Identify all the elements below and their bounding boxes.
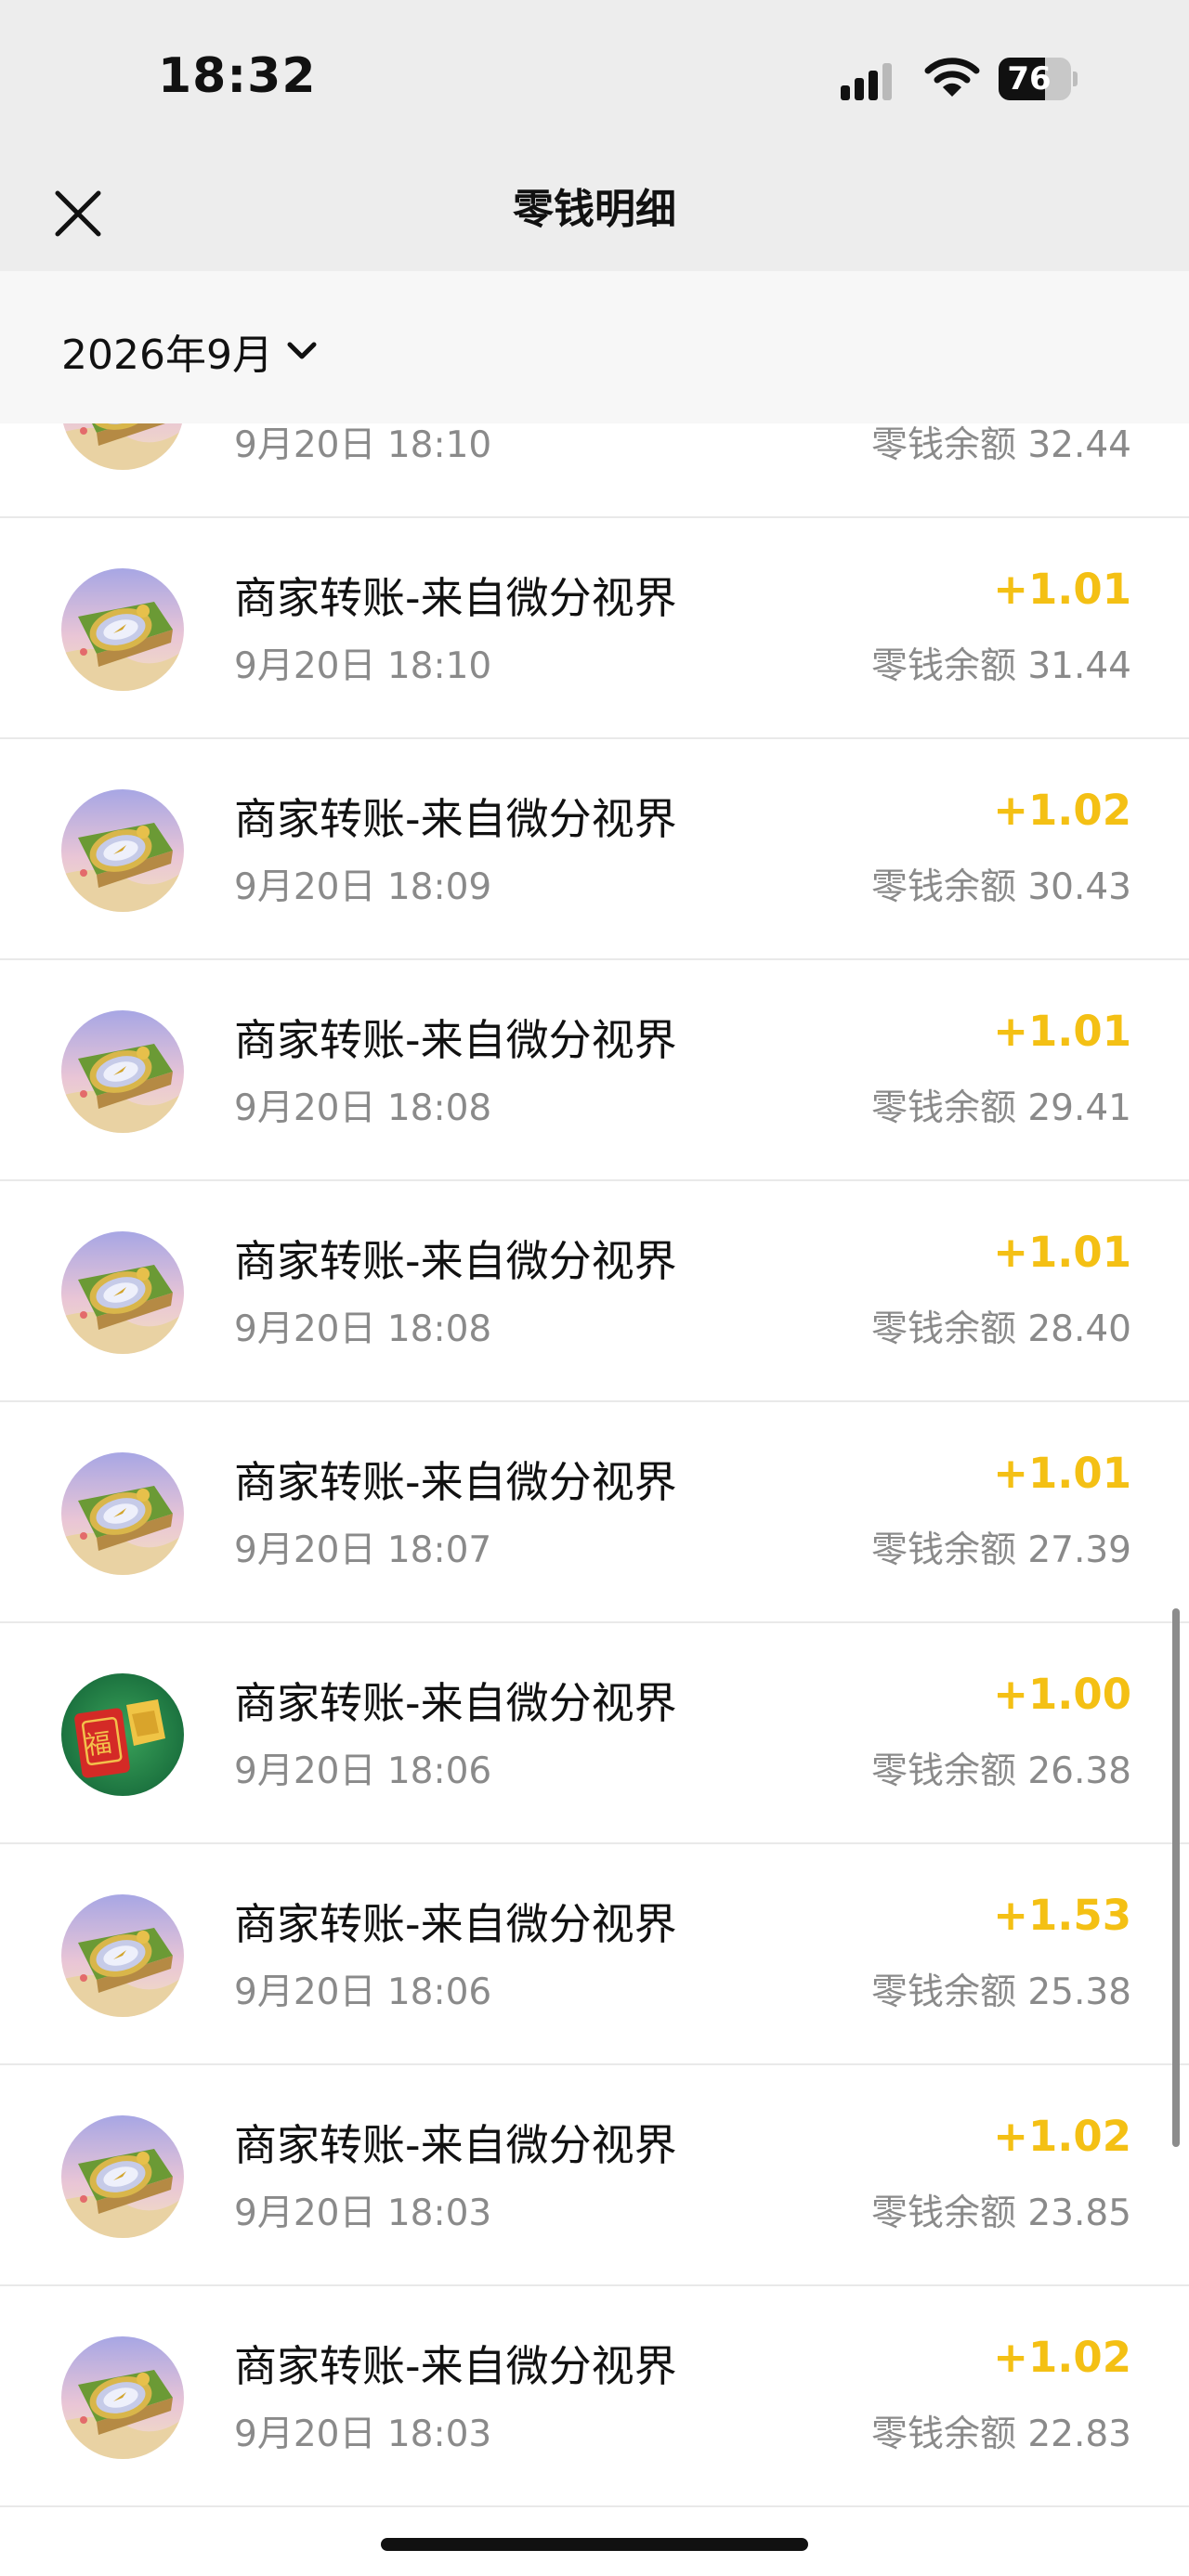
transaction-amount: +1.53 (993, 1891, 1131, 1940)
transaction-row[interactable]: 商家转账-来自微分视界 9月20日 18:07 +1.01 零钱余额 27.39 (0, 1402, 1189, 1623)
balance-after: 零钱余额 27.39 (870, 1529, 1131, 1571)
balance-after: 零钱余额 31.44 (870, 645, 1131, 687)
compass-avatar (61, 789, 184, 912)
chevron-down-icon (287, 342, 317, 359)
balance-after: 零钱余额 32.44 (870, 424, 1131, 466)
transaction-date: 9月20日 18:09 (234, 866, 492, 908)
home-indicator[interactable] (381, 2538, 808, 2551)
month-filter-bar: 2026年9月 (0, 271, 1189, 423)
compass-avatar (61, 423, 184, 470)
transaction-amount: +1.02 (993, 2112, 1131, 2161)
transaction-date: 9月20日 18:08 (234, 1087, 492, 1129)
balance-after: 零钱余额 30.43 (870, 866, 1131, 908)
transaction-title: 商家转账-来自微分视界 (234, 1899, 677, 1949)
transaction-row[interactable]: 商家转账-来自微分视界 9月20日 18:06 +1.53 零钱余额 25.38 (0, 1844, 1189, 2065)
transaction-date: 9月20日 18:03 (234, 2192, 492, 2234)
compass-avatar (61, 1894, 184, 2017)
transaction-date: 9月20日 18:08 (234, 1308, 492, 1350)
battery-percent: 76 (1007, 60, 1052, 98)
compass-avatar (61, 2336, 184, 2459)
svg-text:福: 福 (84, 1727, 113, 1762)
transaction-date: 9月20日 18:07 (234, 1529, 492, 1571)
balance-after: 零钱余额 29.41 (870, 1087, 1131, 1129)
transaction-title: 商家转账-来自微分视界 (234, 1457, 677, 1507)
transaction-date: 9月20日 18:10 (234, 424, 492, 466)
transaction-title: 商家转账-来自微分视界 (234, 1678, 677, 1728)
month-label: 2026年9月 (61, 332, 273, 379)
transaction-amount: +1.01 (993, 1228, 1131, 1277)
transaction-title: 商家转账-来自微分视界 (234, 573, 677, 623)
transaction-row[interactable]: 商家转账-来自微分视界 9月20日 18:08 +1.01 零钱余额 29.41 (0, 960, 1189, 1181)
transaction-row[interactable]: 商家转账-来自微分视界 9月20日 18:08 +1.01 零钱余额 28.40 (0, 1181, 1189, 1402)
balance-after: 零钱余额 26.38 (870, 1750, 1131, 1792)
transaction-amount: +1.01 (993, 1007, 1131, 1056)
compass-avatar (61, 1010, 184, 1133)
status-time: 18:32 (158, 48, 317, 104)
transaction-row[interactable]: 9月20日 18:10 零钱余额 32.44 (0, 423, 1189, 518)
close-icon (55, 190, 101, 237)
cellular-signal-icon (841, 63, 892, 100)
compass-avatar (61, 2115, 184, 2238)
status-bar: 18:32 76 (0, 0, 1189, 158)
nav-bar: 零钱明细 (0, 158, 1189, 271)
transaction-row[interactable]: 商家转账-来自微分视界 9月20日 18:09 +1.02 零钱余额 30.43 (0, 739, 1189, 960)
compass-avatar (61, 1231, 184, 1354)
page-title: 零钱明细 (513, 186, 676, 233)
transaction-title: 商家转账-来自微分视界 (234, 2120, 677, 2170)
battery-icon: 76 (999, 58, 1078, 100)
balance-after: 零钱余额 25.38 (870, 1971, 1131, 2013)
red-envelope-avatar: 福 (61, 1673, 184, 1796)
compass-avatar (61, 568, 184, 691)
transaction-title: 商家转账-来自微分视界 (234, 794, 677, 844)
transaction-list: 9月20日 18:10 零钱余额 32.44 商家转账-来自微分视界 9月20日 1… (0, 423, 1189, 2522)
transaction-amount: +1.02 (993, 2333, 1131, 2382)
transaction-title: 商家转账-来自微分视界 (234, 1236, 677, 1286)
balance-after: 零钱余额 28.40 (870, 1308, 1131, 1350)
transaction-date: 9月20日 18:06 (234, 1750, 492, 1792)
transaction-amount: +1.02 (993, 786, 1131, 835)
balance-after: 零钱余额 22.83 (870, 2413, 1131, 2455)
close-button[interactable] (48, 184, 108, 243)
transaction-row[interactable]: 商家转账-来自微分视界 9月20日 18:03 +1.02 零钱余额 23.85 (0, 2065, 1189, 2286)
wifi-icon (924, 58, 980, 97)
transaction-amount: +1.00 (993, 1670, 1131, 1719)
compass-avatar (61, 1452, 184, 1575)
transaction-row[interactable]: 商家转账-来自微分视界 9月20日 18:03 +1.02 零钱余额 22.83 (0, 2286, 1189, 2507)
transaction-title: 商家转账-来自微分视界 (234, 1015, 677, 1065)
transaction-title: 商家转账-来自微分视界 (234, 2341, 677, 2391)
balance-after: 零钱余额 23.85 (870, 2192, 1131, 2234)
transaction-row[interactable]: 福 商家转账-来自微分视界 9月20日 18:06 +1.00 零钱余额 26.38 (0, 1623, 1189, 1844)
transaction-amount: +1.01 (993, 1449, 1131, 1498)
transaction-date: 9月20日 18:10 (234, 645, 492, 687)
transaction-date: 9月20日 18:06 (234, 1971, 492, 2013)
month-selector[interactable]: 2026年9月 (61, 323, 318, 379)
transaction-date: 9月20日 18:03 (234, 2413, 492, 2455)
scrollbar[interactable] (1172, 1608, 1180, 2147)
transaction-row[interactable]: 商家转账-来自微分视界 9月20日 18:10 +1.01 零钱余额 31.44 (0, 518, 1189, 739)
transaction-amount: +1.01 (993, 565, 1131, 614)
